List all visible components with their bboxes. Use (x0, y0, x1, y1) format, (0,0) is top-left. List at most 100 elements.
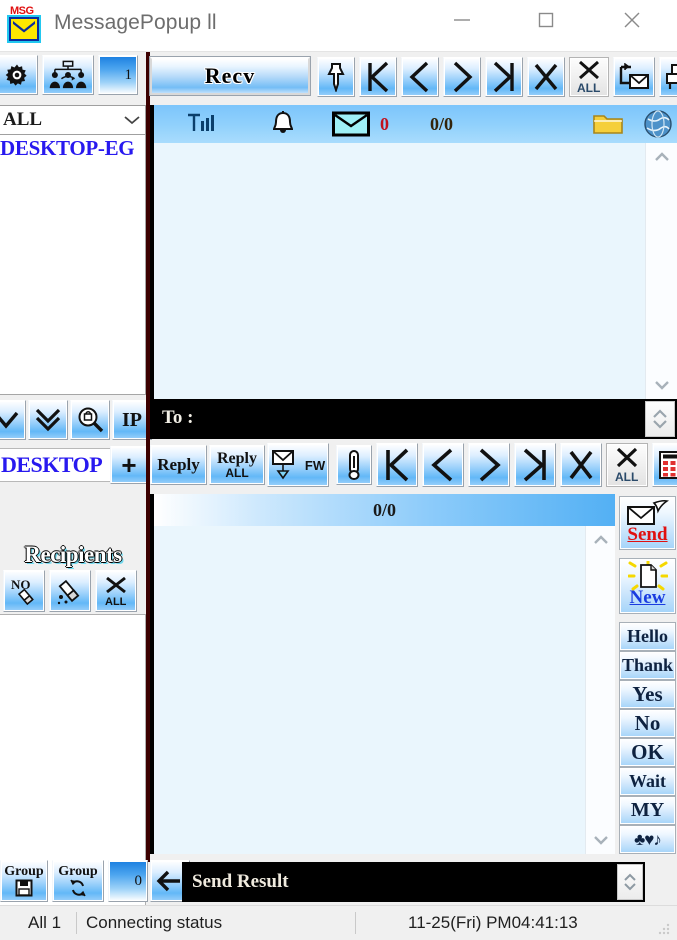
scroll-down-icon[interactable] (586, 826, 616, 854)
scroll-up-icon[interactable] (586, 526, 616, 554)
delete-recipient-button[interactable] (560, 443, 602, 487)
no-eraser-icon: NO (11, 577, 34, 606)
ok-button-label: OK (631, 740, 664, 764)
reply-all-button-label: Reply (217, 449, 257, 467)
first-icon (368, 61, 389, 93)
recv-button[interactable]: Recv (150, 57, 310, 95)
no-button[interactable]: No (619, 709, 676, 738)
folder-icon[interactable] (592, 105, 624, 143)
previous-icon (431, 448, 453, 482)
mail-icon (332, 105, 370, 143)
previous-recipient-button[interactable] (422, 443, 464, 487)
save-icon (15, 879, 33, 897)
message-body-scrollbar[interactable] (645, 143, 677, 399)
close-button[interactable] (604, 0, 660, 40)
search-lock-button[interactable] (70, 400, 110, 440)
forward-mail-icon (271, 450, 294, 480)
forward-button-label: FW (304, 457, 326, 473)
send-button-label: Send (627, 524, 668, 545)
print-button[interactable] (659, 57, 677, 97)
globe-icon[interactable] (642, 105, 674, 143)
wait-button-label: Wait (628, 771, 666, 791)
delete-message-button[interactable] (527, 57, 565, 97)
recipient-list-scrollbar[interactable] (585, 526, 615, 854)
forward-button[interactable]: FW (267, 443, 329, 487)
group-count-value: 0 (134, 872, 143, 889)
status-bar: All 1 Connecting status 11-25(Fri) PM04:… (0, 905, 677, 940)
status-separator-2 (355, 912, 356, 934)
new-button[interactable]: New (619, 558, 676, 614)
plus-icon: + (121, 450, 137, 480)
scroll-down-icon[interactable] (646, 371, 677, 399)
recipient-list-header: 0/0 (150, 494, 615, 526)
host-filter-combo[interactable]: ALL (0, 105, 146, 135)
app-icon-msg-text: MSG (10, 5, 34, 17)
svg-text:NO: NO (11, 577, 31, 592)
first-message-button[interactable] (359, 57, 397, 97)
yes-button-label: Yes (632, 682, 663, 706)
eraser-icon (57, 579, 80, 605)
my-button[interactable]: MY (619, 796, 676, 825)
message-body-view[interactable] (150, 143, 677, 399)
symbols-button[interactable]: ♣♥♪ (619, 825, 676, 854)
group-save-button[interactable]: Group (0, 860, 48, 902)
to-field-row[interactable]: To : (150, 399, 677, 439)
ok-button[interactable]: OK (619, 738, 676, 767)
to-field-spinner[interactable] (645, 401, 675, 437)
send-button[interactable]: Send (619, 496, 676, 550)
calculator-button[interactable] (652, 443, 677, 487)
thank-button[interactable]: Thank (619, 651, 676, 680)
pin-button[interactable] (317, 57, 355, 97)
network-users-button[interactable] (42, 55, 94, 95)
paperclip-icon (348, 450, 360, 480)
yes-button[interactable]: Yes (619, 680, 676, 709)
send-result-field[interactable]: Send Result (182, 862, 645, 902)
sidebar: 1 ALL DESKTOP-EG IP DESKTOP + Recipients… (0, 52, 152, 906)
resize-grip-icon[interactable] (657, 922, 671, 936)
messagepopup-window: MSG MessagePopup ll 1 ALL DESKTOP-EG IP … (0, 0, 677, 940)
delete-all-icon: ALL (577, 60, 600, 94)
recipient-clear-button[interactable] (49, 570, 91, 612)
bell-icon[interactable] (270, 105, 296, 143)
delete-all-recipients-button[interactable]: ALL (606, 443, 648, 487)
last-message-button[interactable] (485, 57, 523, 97)
recipient-list-body[interactable] (150, 526, 615, 854)
group-refresh-button[interactable]: Group (52, 860, 104, 902)
hello-button[interactable]: Hello (619, 622, 676, 651)
recipient-clear-all-button[interactable]: ALL (95, 570, 137, 612)
host-count-value: 1 (124, 66, 133, 83)
scroll-up-icon[interactable] (646, 143, 677, 171)
host-list[interactable]: DESKTOP-EG (0, 135, 146, 395)
next-recipient-button[interactable] (468, 443, 510, 487)
settings-gear-button[interactable] (0, 55, 38, 95)
network-users-icon (49, 60, 87, 89)
wait-button[interactable]: Wait (619, 767, 676, 796)
no-button-label: No (634, 711, 661, 735)
status-separator (76, 912, 77, 934)
compose-toolbar: Reply Reply ALL FW ALL (150, 443, 677, 488)
move-down-all-button[interactable] (28, 400, 68, 440)
add-recipient-button[interactable]: + (110, 446, 148, 484)
maximize-button[interactable] (518, 0, 574, 40)
send-mail-icon (626, 499, 669, 525)
move-to-folder-button[interactable] (613, 57, 655, 97)
previous-message-button[interactable] (401, 57, 439, 97)
attach-button[interactable] (336, 445, 372, 485)
double-chevron-down-icon (35, 408, 61, 432)
reply-all-button[interactable]: Reply ALL (209, 445, 265, 485)
delete-all-messages-button[interactable]: ALL (569, 57, 609, 97)
move-down-button[interactable] (0, 400, 26, 440)
first-recipient-button[interactable] (376, 443, 418, 487)
send-result-label: Send Result (192, 871, 289, 892)
send-result-spinner[interactable] (617, 864, 643, 900)
delete-all-icon: ALL (105, 576, 127, 607)
group-count-badge: 0 (108, 860, 148, 902)
reply-button[interactable]: Reply (150, 445, 207, 485)
recipient-no-button[interactable]: NO (3, 570, 45, 612)
svg-text:ALL: ALL (105, 596, 127, 607)
next-message-button[interactable] (443, 57, 481, 97)
minimize-button[interactable] (434, 0, 490, 40)
last-recipient-button[interactable] (514, 443, 556, 487)
status-all-count: All 1 (28, 913, 62, 932)
list-item[interactable]: DESKTOP-EG (0, 135, 145, 161)
